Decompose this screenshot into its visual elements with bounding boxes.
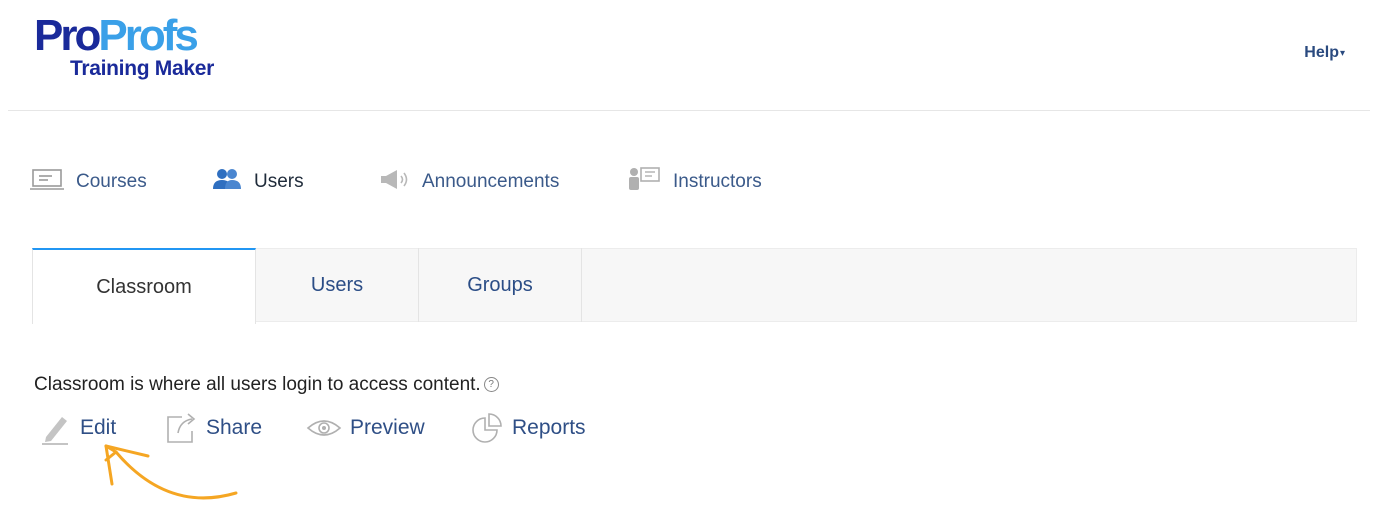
annotation-arrow-icon — [104, 444, 238, 500]
logo-wordmark: ProProfs — [34, 11, 199, 60]
help-menu-button[interactable]: Help▾ — [1304, 44, 1345, 62]
users-icon — [212, 168, 242, 196]
nav-item-announcements[interactable]: Announcements — [380, 166, 559, 198]
classroom-description: Classroom is where all users login to ac… — [34, 374, 499, 396]
preview-label: Preview — [350, 416, 425, 439]
share-label: Share — [206, 416, 263, 439]
caret-down-icon: ▾ — [1339, 48, 1345, 59]
nav-item-courses[interactable]: Courses — [30, 166, 147, 198]
tab-users[interactable]: Users — [256, 248, 419, 322]
nav-label-users: Users — [254, 171, 304, 192]
logo-profs-text: Profs — [98, 11, 198, 60]
pencil-icon — [42, 417, 68, 445]
eye-icon — [306, 420, 342, 436]
users-tabbar: Classroom Users Groups — [32, 248, 1357, 324]
tab-classroom[interactable]: Classroom — [32, 248, 256, 324]
logo-pro-text: Pro — [34, 11, 101, 60]
monitor-icon — [30, 168, 64, 196]
preview-button[interactable]: Preview — [306, 408, 425, 448]
nav-item-users[interactable]: Users — [212, 166, 304, 198]
description-text: Classroom is where all users login to ac… — [34, 374, 481, 395]
pie-chart-icon — [472, 413, 502, 443]
reports-label: Reports — [512, 416, 586, 439]
nav-item-instructors[interactable]: Instructors — [627, 166, 762, 198]
megaphone-icon — [380, 168, 410, 196]
reports-button[interactable]: Reports — [470, 408, 586, 448]
proprofs-logo[interactable]: ProProfs Training Maker — [34, 14, 244, 84]
help-question-icon[interactable]: ? — [483, 377, 499, 392]
tab-groups[interactable]: Groups — [419, 248, 582, 322]
nav-label-courses: Courses — [76, 171, 147, 192]
edit-label: Edit — [80, 416, 117, 439]
instructor-icon — [627, 166, 661, 198]
help-label: Help — [1304, 44, 1339, 61]
logo-subtitle: Training Maker — [70, 57, 215, 80]
nav-label-instructors: Instructors — [673, 171, 762, 192]
header-divider — [8, 110, 1370, 111]
nav-label-announcements: Announcements — [422, 171, 560, 192]
